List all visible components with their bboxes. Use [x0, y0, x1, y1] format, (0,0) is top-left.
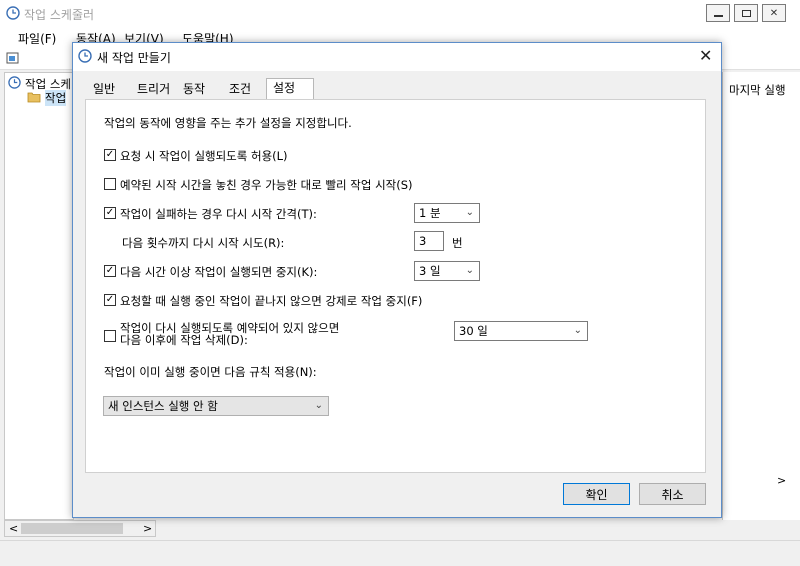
scroll-right-icon[interactable]: >	[777, 474, 786, 487]
menu-file[interactable]: 파일(F)	[18, 30, 56, 47]
column-header-last-run[interactable]: 마지막 실행	[729, 82, 786, 98]
minimize-icon	[713, 15, 723, 17]
rule-value: 새 인스턴스 실행 안 함	[108, 399, 218, 413]
rule-label: 작업이 이미 실행 중이면 다음 규칙 적용(N):	[104, 365, 317, 379]
settings-tab-panel: 작업의 동작에 영향을 주는 추가 설정을 지정합니다. ✓ 요청 시 작업이 …	[85, 99, 706, 473]
settings-description: 작업의 동작에 영향을 주는 추가 설정을 지정합니다.	[104, 116, 352, 130]
close-window-button[interactable]: ✕	[762, 4, 786, 22]
restart-attempts-unit: 번	[452, 236, 463, 250]
scroll-left-icon[interactable]: <	[9, 522, 18, 535]
folder-icon	[27, 92, 41, 103]
chevron-down-icon: ⌄	[465, 207, 474, 218]
task-list-panel: 마지막 실행 >	[722, 72, 800, 520]
chevron-down-icon: ⌄	[314, 400, 323, 411]
delete-if-not-scheduled-checkbox[interactable]	[104, 330, 116, 342]
restart-on-fail-checkbox[interactable]: ✓	[104, 207, 116, 219]
delete-after-value: 30 일	[459, 324, 488, 338]
chevron-down-icon: ⌄	[573, 325, 582, 336]
scheduler-toolbar-icon[interactable]	[6, 51, 20, 65]
main-title-bar: 작업 스케줄러 ✕	[0, 0, 800, 27]
run-asap-checkbox[interactable]	[104, 178, 116, 190]
tree-item-library[interactable]: 작업	[45, 90, 67, 106]
status-bar	[0, 540, 800, 566]
close-icon[interactable]: ✕	[699, 46, 712, 65]
clock-icon	[78, 49, 92, 63]
restart-attempts-input[interactable]: 3	[414, 231, 444, 251]
stop-if-longer-label: 다음 시간 이상 작업이 실행되면 중지(K):	[120, 265, 318, 279]
main-window-title: 작업 스케줄러	[24, 8, 95, 22]
tab-settings[interactable]: 설정	[266, 78, 314, 100]
run-asap-label: 예약된 시작 시간을 놓친 경우 가능한 대로 빨리 작업 시작(S)	[120, 178, 413, 192]
restore-button[interactable]	[734, 4, 758, 22]
allow-on-demand-checkbox[interactable]: ✓	[104, 149, 116, 161]
force-stop-label: 요청할 때 실행 중인 작업이 끝나지 않으면 강제로 작업 중지(F)	[120, 294, 423, 308]
scroll-right-icon[interactable]: >	[143, 522, 152, 535]
tab-actions[interactable]: 동작	[177, 80, 211, 100]
scroll-thumb[interactable]	[21, 523, 123, 534]
tab-triggers[interactable]: 트리거	[131, 80, 176, 100]
restart-interval-value: 1 분	[419, 206, 441, 220]
tree-panel: 작업 스케 작업	[4, 72, 74, 520]
force-stop-checkbox[interactable]: ✓	[104, 294, 116, 306]
chevron-down-icon: ⌄	[465, 265, 474, 276]
dialog-title: 새 작업 만들기	[97, 51, 171, 65]
restart-attempts-label: 다음 횟수까지 다시 시작 시도(R):	[122, 236, 285, 250]
create-task-dialog: 새 작업 만들기 ✕ 일반 트리거 동작 조건 설정 작업의 동작에 영향을 주…	[72, 42, 722, 518]
tab-conditions[interactable]: 조건	[223, 80, 257, 100]
restore-icon	[741, 9, 751, 17]
clock-icon	[6, 6, 20, 20]
restart-interval-dropdown[interactable]: 1 분 ⌄	[414, 203, 480, 223]
stop-after-value: 3 일	[419, 264, 441, 278]
horizontal-scrollbar[interactable]: < >	[4, 520, 156, 537]
allow-on-demand-label: 요청 시 작업이 실행되도록 허용(L)	[120, 149, 288, 163]
stop-if-longer-checkbox[interactable]: ✓	[104, 265, 116, 277]
rule-dropdown[interactable]: 새 인스턴스 실행 안 함 ⌄	[103, 396, 329, 416]
ok-button[interactable]: 확인	[563, 483, 630, 505]
delete-after-dropdown[interactable]: 30 일 ⌄	[454, 321, 588, 341]
restart-on-fail-label: 작업이 실패하는 경우 다시 시작 간격(T):	[120, 207, 317, 221]
tab-general[interactable]: 일반	[87, 80, 121, 100]
cancel-button[interactable]: 취소	[639, 483, 706, 505]
dialog-title-bar: 새 작업 만들기 ✕	[73, 43, 721, 71]
minimize-button[interactable]	[706, 4, 730, 22]
clock-icon	[8, 76, 21, 89]
stop-after-dropdown[interactable]: 3 일 ⌄	[414, 261, 480, 281]
close-icon: ✕	[769, 7, 779, 19]
delete-if-not-scheduled-label-2: 다음 이후에 작업 삭제(D):	[120, 333, 248, 347]
